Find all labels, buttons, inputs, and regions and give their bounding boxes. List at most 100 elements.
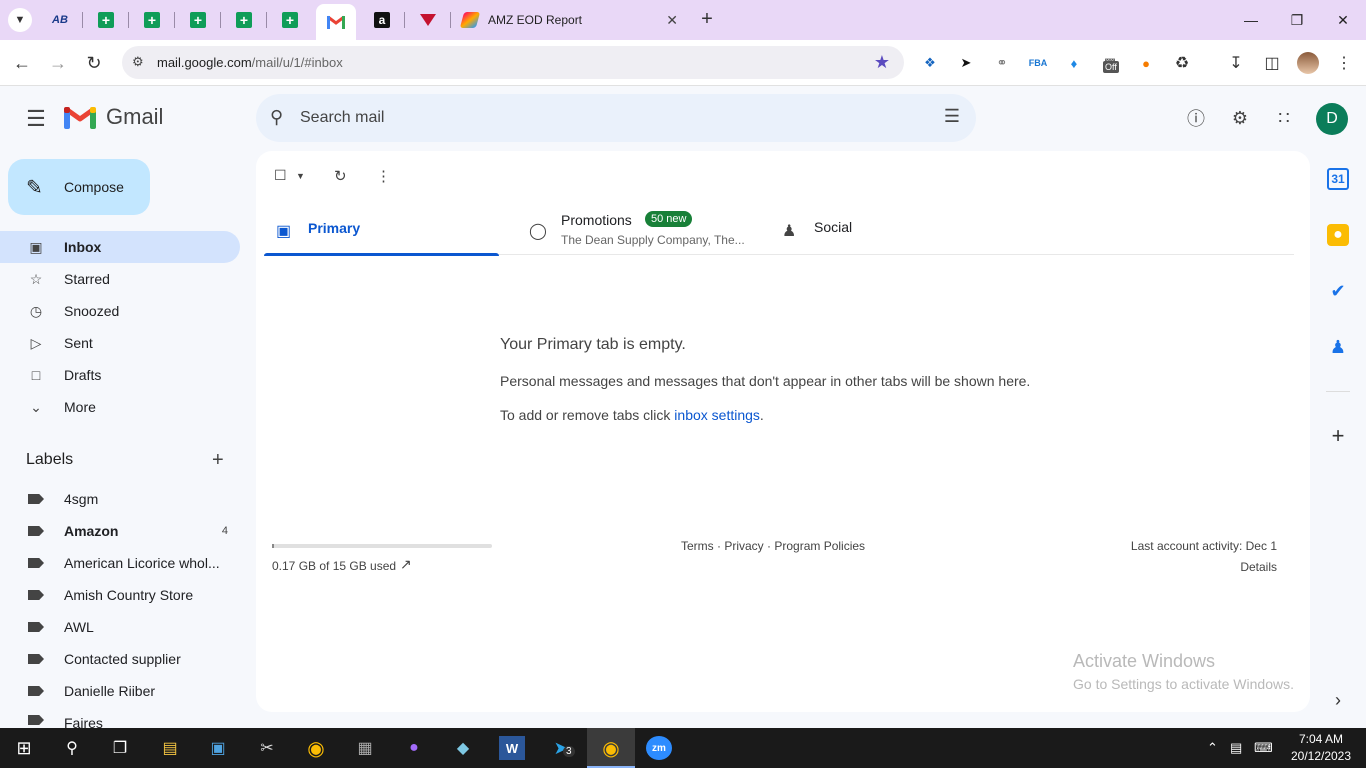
more-options-icon[interactable]: ⋮ — [376, 167, 391, 185]
gmail-logo[interactable]: Gmail — [64, 104, 163, 130]
show-side-panel-icon[interactable]: › — [1327, 689, 1349, 711]
pinned-tab-sheets-4[interactable]: + — [232, 8, 256, 32]
select-dropdown-icon[interactable]: ▼ — [296, 171, 305, 181]
windows-start-icon[interactable]: ⊞ — [11, 736, 37, 760]
extension-arrow-icon[interactable]: ➤ — [956, 53, 976, 73]
side-panel-icon[interactable]: ◫ — [1262, 53, 1282, 73]
search-input[interactable] — [300, 106, 900, 130]
chrome-menu-icon[interactable]: ⋮ — [1334, 53, 1354, 73]
nav-starred[interactable]: ☆ Starred — [0, 263, 240, 295]
extension-tag-icon[interactable]: ♦ — [1064, 53, 1084, 73]
get-addons-icon[interactable]: + — [1327, 423, 1349, 448]
extension-orange-icon[interactable]: ● — [1136, 53, 1156, 73]
download-icon[interactable]: ↧ — [1226, 53, 1246, 73]
keep-icon[interactable]: ● — [1327, 224, 1349, 246]
extension-link-icon[interactable]: ⚭ — [992, 53, 1012, 73]
reload-button[interactable]: ↻ — [83, 52, 105, 74]
snipping-tool-icon[interactable]: ✂ — [254, 736, 280, 760]
app-window-icon[interactable]: ▣ — [205, 736, 231, 760]
label-item[interactable]: Amazon 4 — [0, 515, 240, 547]
privacy-link[interactable]: Privacy — [724, 539, 763, 553]
apps-grid-icon[interactable]: ∷ — [1272, 106, 1296, 130]
taskbar-clock[interactable]: 7:04 AM 20/12/2023 — [1286, 731, 1356, 765]
bookmark-star-icon[interactable]: ★ — [874, 52, 890, 73]
label-name: AWL — [64, 619, 94, 635]
label-name: Danielle Riiber — [64, 683, 156, 699]
pinned-tab-gmail-active[interactable] — [316, 4, 356, 40]
chrome-taskbar-icon[interactable]: ◉ — [303, 736, 329, 760]
nav-more[interactable]: ⌄ More — [0, 391, 240, 423]
keyboard-icon[interactable]: ⌨ — [1254, 740, 1273, 756]
pinned-tab-amazon[interactable]: a — [370, 8, 394, 32]
chrome-profile-avatar[interactable] — [1297, 52, 1319, 74]
calculator-icon[interactable]: ▦ — [352, 736, 378, 760]
account-avatar[interactable]: D — [1316, 103, 1348, 135]
add-label-icon[interactable]: + — [212, 449, 224, 472]
tab-social[interactable]: ♟ Social — [770, 207, 1020, 255]
label-item[interactable]: Amish Country Store — [0, 579, 240, 611]
search-icon[interactable]: ⚲ — [270, 107, 283, 128]
tray-chevron-icon[interactable]: ⌃ — [1207, 740, 1218, 756]
label-item[interactable]: AWL — [0, 611, 240, 643]
taskbar-search-icon[interactable]: ⚲ — [59, 736, 85, 760]
pinned-tab-sheets-2[interactable]: + — [140, 8, 164, 32]
select-all-checkbox[interactable]: ☐ — [274, 167, 287, 184]
url-text[interactable]: mail.google.com/mail/u/1/#inbox — [157, 55, 343, 70]
pinned-tab-v[interactable] — [416, 8, 440, 32]
close-tab-icon[interactable]: ✕ — [666, 12, 678, 29]
address-bar[interactable]: ⚙ mail.google.com/mail/u/1/#inbox ★ — [122, 46, 904, 79]
app-blue-icon[interactable]: ◆ — [450, 736, 476, 760]
tab-search-chevron-icon[interactable]: ▼ — [8, 8, 32, 32]
extension-compass-icon[interactable]: ❖ — [920, 53, 940, 73]
terms-link[interactable]: Terms — [681, 539, 714, 553]
contacts-icon[interactable]: ♟ — [1327, 336, 1349, 358]
tab-promotions[interactable]: ◯ Promotions 50 new The Dean Supply Comp… — [517, 207, 767, 255]
site-settings-icon[interactable]: ⚙ — [132, 54, 144, 70]
settings-gear-icon[interactable]: ⚙ — [1228, 106, 1252, 130]
notification-icon[interactable]: ▤ — [1230, 740, 1242, 756]
zoom-icon[interactable]: zm — [646, 736, 672, 760]
nav-inbox[interactable]: ▣ Inbox — [0, 231, 240, 263]
pinned-tab-sheets-3[interactable]: + — [186, 8, 210, 32]
extension-fba-icon[interactable]: FBA — [1028, 53, 1048, 73]
nav-snoozed[interactable]: ◷ Snoozed — [0, 295, 240, 327]
compose-button[interactable]: ✎ Compose — [8, 159, 150, 215]
tab-amz-eod-report[interactable]: AMZ EOD Report ✕ — [456, 4, 688, 36]
program-policies-link[interactable]: Program Policies — [774, 539, 865, 553]
task-view-icon[interactable]: ❐ — [107, 736, 133, 760]
main-menu-icon[interactable]: ☰ — [22, 106, 50, 134]
pinned-tab-ab[interactable]: AB — [48, 8, 72, 32]
tasks-icon[interactable]: ✔ — [1327, 280, 1349, 302]
label-item[interactable]: Contacted supplier — [0, 643, 240, 675]
calendar-icon[interactable]: 31 — [1327, 168, 1349, 190]
nav-sent[interactable]: ▷ Sent — [0, 327, 240, 359]
sheets-favicon-icon: + — [282, 12, 298, 28]
messenger-icon[interactable]: ● — [401, 736, 427, 760]
back-button[interactable]: ← — [11, 52, 33, 74]
refresh-icon[interactable]: ↻ — [334, 167, 347, 185]
nav-drafts[interactable]: □ Drafts — [0, 359, 240, 391]
label-item[interactable]: 4sgm — [0, 483, 240, 515]
word-icon[interactable]: W — [499, 736, 525, 760]
restore-button[interactable]: ❐ — [1274, 0, 1320, 40]
file-explorer-icon[interactable]: ▤ — [157, 736, 183, 760]
chrome-profile-taskbar-icon[interactable]: ◉ — [598, 736, 624, 760]
help-icon[interactable]: ⓘ — [1184, 106, 1208, 130]
forward-button[interactable]: → — [47, 52, 69, 74]
tab-primary[interactable]: ▣ Primary — [264, 207, 499, 256]
label-item[interactable]: Faires — [0, 707, 240, 728]
new-tab-button[interactable]: + — [696, 8, 718, 32]
open-storage-icon[interactable]: ↗ — [400, 556, 412, 573]
pinned-tab-sheets-1[interactable]: + — [94, 8, 118, 32]
close-window-button[interactable]: ✕ — [1320, 0, 1366, 40]
inbox-settings-link[interactable]: inbox settings — [674, 407, 760, 423]
pinned-tab-sheets-5[interactable]: + — [278, 8, 302, 32]
search-options-icon[interactable]: ☰ — [944, 106, 960, 127]
label-tag-icon — [28, 654, 44, 664]
activity-details-link[interactable]: Details — [1131, 560, 1277, 574]
sheets-favicon-icon: + — [190, 12, 206, 28]
minimize-button[interactable]: — — [1228, 0, 1274, 40]
label-item[interactable]: Danielle Riiber — [0, 675, 240, 707]
extensions-puzzle-icon[interactable]: ♻ — [1172, 53, 1192, 73]
label-item[interactable]: American Licorice whol... — [0, 547, 240, 579]
